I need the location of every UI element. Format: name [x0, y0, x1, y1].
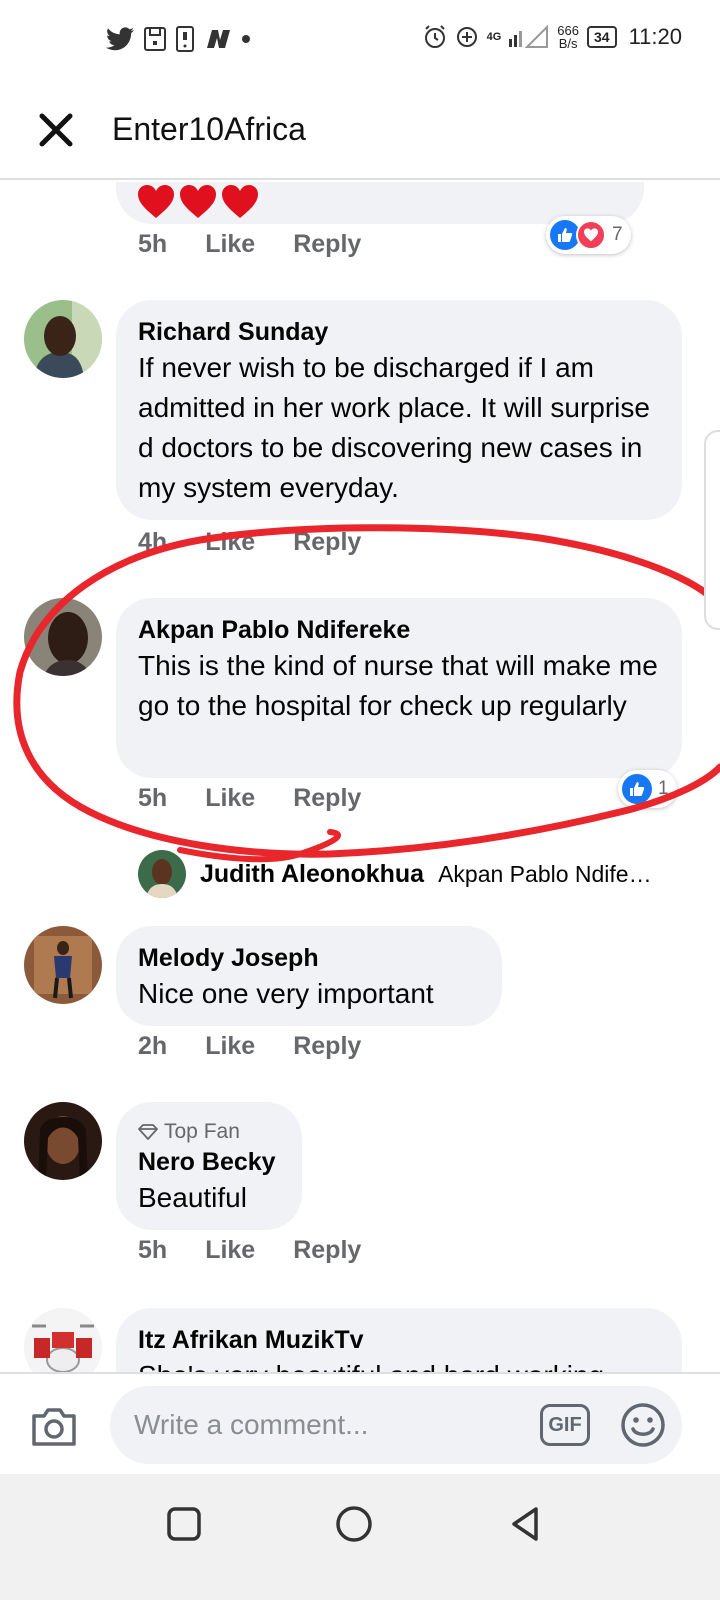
comment-text: Nice one very important	[138, 978, 434, 1009]
like-button[interactable]: Like	[205, 1236, 255, 1265]
comment-author[interactable]: Itz Afrikan MuzikTv	[138, 1324, 658, 1356]
highlight-annotation	[13, 524, 720, 863]
badge-label: Top Fan	[164, 1120, 240, 1143]
comment-actions: 5h Like Reply	[138, 1236, 361, 1265]
comment-bubble: Melody Joseph Nice one very important	[116, 926, 502, 1026]
system-icons: 4G 666 B/s 34 11:20	[423, 24, 682, 50]
reply-button[interactable]: Reply	[293, 1236, 361, 1265]
emoji-icon[interactable]	[620, 1402, 666, 1448]
avatar[interactable]	[24, 1308, 102, 1372]
signal-icon	[509, 25, 549, 48]
avatar[interactable]	[24, 926, 102, 1004]
diamond-icon	[138, 1124, 158, 1140]
network-type: 4G	[486, 31, 502, 43]
data-saver-icon	[456, 27, 477, 47]
reply-button[interactable]: Reply	[293, 1032, 361, 1061]
network-speed: 666 B/s	[557, 24, 579, 50]
comment-time: 5h	[138, 1236, 168, 1264]
status-bar: 4G 666 B/s 34 11:20	[0, 0, 720, 80]
comment-bubble: Itz Afrikan MuzikTv She's very beautiful…	[116, 1308, 682, 1372]
page-header: Enter10Africa	[0, 80, 720, 180]
save-icon	[144, 27, 166, 51]
notification-icons	[106, 26, 250, 52]
comment-text: Beautiful	[138, 1182, 247, 1213]
close-icon[interactable]	[36, 110, 76, 150]
clock: 11:20	[628, 24, 682, 49]
comments-feed[interactable]: 5h Like Reply 7 Richard Sunday If never …	[0, 182, 720, 1372]
camera-icon[interactable]	[30, 1404, 78, 1448]
speed-unit: B/s	[558, 36, 578, 51]
scroll-handle[interactable]	[704, 430, 720, 630]
comment-author[interactable]: Melody Joseph	[138, 942, 478, 974]
twitter-icon	[106, 27, 134, 51]
gif-button[interactable]: GIF	[540, 1404, 590, 1446]
alarm-icon	[424, 25, 445, 48]
comment-text: She's very beautiful and hard working	[138, 1356, 658, 1372]
comment-bubble: Top Fan Nero Becky Beautiful	[116, 1102, 302, 1230]
home-icon[interactable]	[334, 1504, 374, 1544]
battery-indicator: 34	[587, 26, 617, 48]
back-icon[interactable]	[506, 1504, 546, 1544]
news-icon	[207, 30, 230, 48]
comment-composer: GIF	[0, 1372, 720, 1474]
recents-icon[interactable]	[164, 1504, 204, 1544]
comment-time: 2h	[138, 1032, 168, 1060]
like-button[interactable]: Like	[205, 1032, 255, 1061]
page-title: Enter10Africa	[112, 111, 306, 147]
comment-input[interactable]	[110, 1386, 682, 1464]
phone-icon	[176, 26, 194, 52]
comment-author[interactable]: Nero Becky	[138, 1146, 278, 1178]
top-fan-badge: Top Fan	[138, 1118, 278, 1146]
more-notifications-dot	[242, 35, 250, 43]
system-nav-bar	[0, 1474, 720, 1600]
avatar[interactable]	[24, 1102, 102, 1180]
comment-actions: 2h Like Reply	[138, 1032, 361, 1061]
